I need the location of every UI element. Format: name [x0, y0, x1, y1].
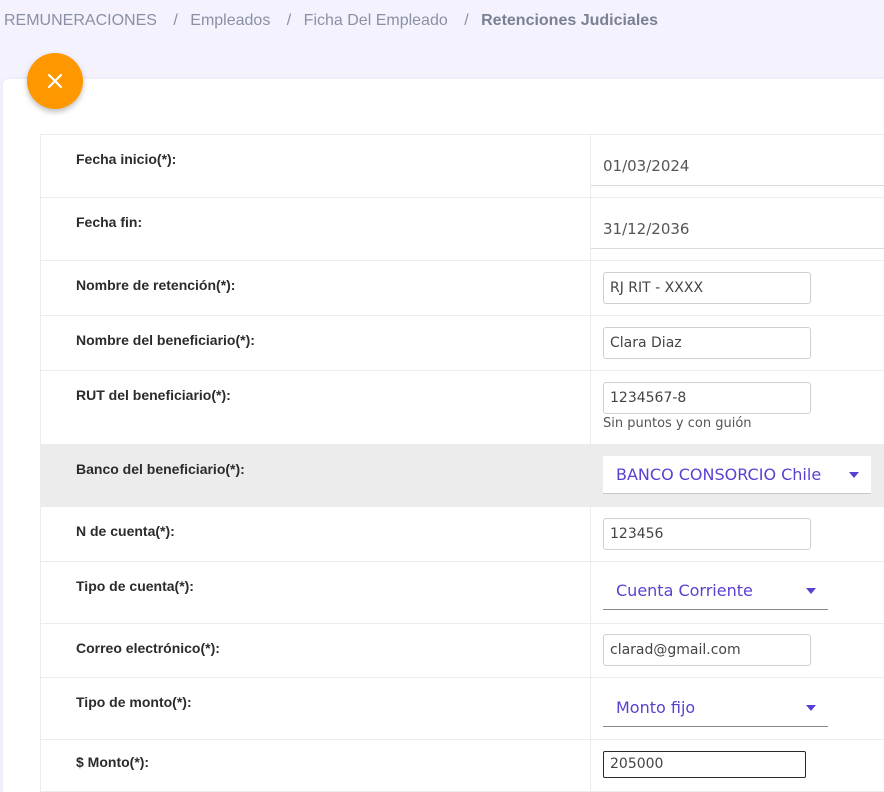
row-monto: $ Monto(*): 205000 — [41, 740, 884, 792]
fecha-fin-field[interactable]: 31/12/2036 — [603, 220, 689, 238]
breadcrumb-separator: / — [286, 12, 292, 29]
row-nombre-beneficiario: Nombre del beneficiario(*): Clara Diaz — [41, 316, 884, 371]
tipo-monto-value: Monto fijo — [616, 698, 696, 717]
breadcrumb-current: Retenciones Judiciales — [481, 12, 659, 29]
tipo-monto-select[interactable]: Monto fijo — [603, 689, 828, 727]
tipo-cuenta-value: Cuenta Corriente — [616, 581, 753, 600]
row-rut-beneficiario: RUT del beneficiario(*): 1234567-8 Sin p… — [41, 371, 884, 445]
nombre-retencion-label: Nombre de retención(*): — [41, 261, 591, 315]
row-nombre-retencion: Nombre de retención(*): RJ RIT - XXXX — [41, 261, 884, 316]
n-cuenta-input[interactable]: 123456 — [603, 518, 811, 550]
retention-form-table: Fecha inicio(*): 01/03/2024 Fecha fin: 3… — [40, 134, 884, 792]
close-icon — [47, 73, 63, 89]
row-tipo-cuenta: Tipo de cuenta(*): Cuenta Corriente — [41, 562, 884, 624]
tipo-cuenta-label: Tipo de cuenta(*): — [41, 562, 591, 623]
close-button[interactable] — [27, 53, 83, 109]
chevron-down-icon — [806, 705, 816, 711]
nombre-beneficiario-input[interactable]: Clara Diaz — [603, 327, 811, 359]
breadcrumb-empleados[interactable]: Empleados — [190, 12, 270, 29]
n-cuenta-label: N de cuenta(*): — [41, 507, 591, 561]
fecha-inicio-field[interactable]: 01/03/2024 — [603, 157, 689, 175]
rut-beneficiario-input[interactable]: 1234567-8 — [603, 382, 811, 414]
nombre-beneficiario-label: Nombre del beneficiario(*): — [41, 316, 591, 370]
monto-label: $ Monto(*): — [41, 740, 591, 791]
field-underline — [591, 248, 884, 249]
breadcrumb-remuneraciones[interactable]: REMUNERACIONES — [4, 12, 157, 29]
row-correo: Correo electrónico(*): clarad@gmail.com — [41, 624, 884, 678]
tipo-monto-label: Tipo de monto(*): — [41, 678, 591, 739]
breadcrumb-separator: / — [464, 12, 469, 29]
breadcrumb-separator: / — [173, 12, 178, 29]
row-tipo-monto: Tipo de monto(*): Monto fijo — [41, 678, 884, 740]
row-banco-beneficiario: Banco del beneficiario(*): BANCO CONSORC… — [41, 445, 884, 507]
field-underline — [591, 185, 884, 186]
monto-input[interactable]: 205000 — [603, 751, 806, 778]
banco-beneficiario-label: Banco del beneficiario(*): — [41, 445, 591, 506]
nombre-retencion-input[interactable]: RJ RIT - XXXX — [603, 272, 811, 304]
row-fecha-fin: Fecha fin: 31/12/2036 — [41, 198, 884, 261]
fecha-fin-label: Fecha fin: — [41, 198, 591, 260]
tipo-cuenta-select[interactable]: Cuenta Corriente — [603, 572, 828, 610]
rut-beneficiario-label: RUT del beneficiario(*): — [41, 371, 591, 444]
breadcrumb-ficha-empleado[interactable]: Ficha Del Empleado — [304, 12, 448, 29]
fecha-inicio-label: Fecha inicio(*): — [41, 135, 591, 197]
breadcrumb: REMUNERACIONES / Empleados / Ficha Del E… — [4, 12, 658, 30]
correo-label: Correo electrónico(*): — [41, 624, 591, 677]
correo-input[interactable]: clarad@gmail.com — [603, 634, 811, 666]
rut-hint: Sin puntos y con guión — [603, 416, 752, 431]
row-n-cuenta: N de cuenta(*): 123456 — [41, 507, 884, 562]
banco-beneficiario-value: BANCO CONSORCIO Chile — [616, 465, 822, 484]
row-fecha-inicio: Fecha inicio(*): 01/03/2024 — [41, 135, 884, 198]
chevron-down-icon — [806, 588, 816, 594]
banco-beneficiario-select[interactable]: BANCO CONSORCIO Chile — [603, 456, 871, 494]
chevron-down-icon — [849, 472, 859, 478]
